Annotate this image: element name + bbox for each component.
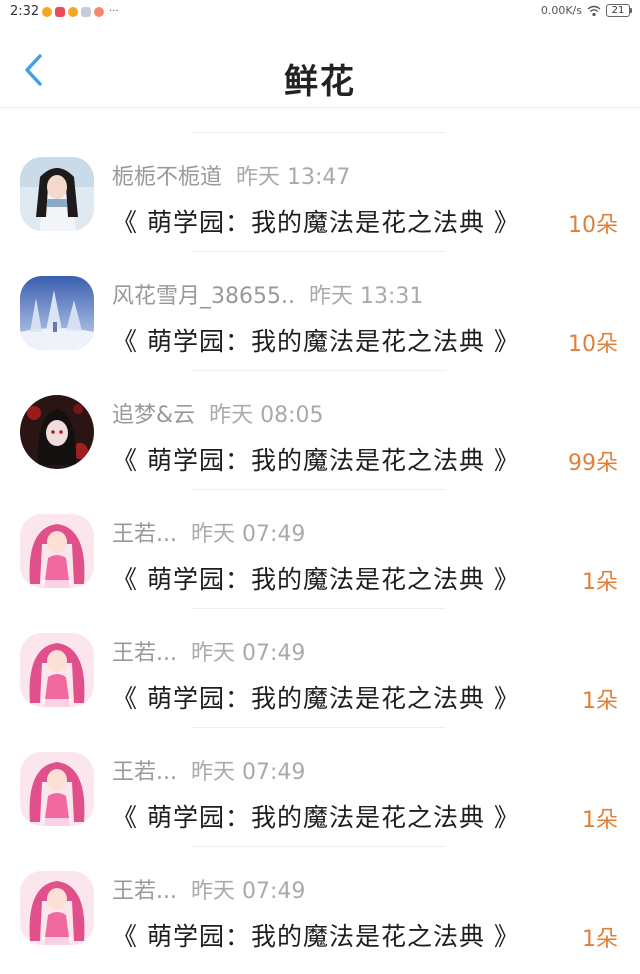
list-item[interactable]: 风花雪月_38655.. 昨天 13:31 《 萌学园：我的魔法是花之法典 》 1… — [0, 252, 640, 370]
app-notification-icon — [55, 7, 65, 17]
timestamp: 昨天 13:47 — [236, 165, 351, 190]
notification-icons: ··· — [42, 7, 119, 17]
timestamp: 昨天 08:05 — [209, 403, 324, 428]
list-item[interactable]: 王若... 昨天 07:49 《 萌学园：我的魔法是花之法典 》 1朵 — [0, 847, 640, 965]
flower-count: 1朵 — [582, 808, 618, 833]
user-line: 栀栀不栀道 昨天 13:47 — [112, 159, 350, 191]
timestamp: 昨天 07:49 — [190, 760, 306, 785]
network-speed: 0.00K/s — [540, 4, 582, 17]
flower-count: 10朵 — [568, 213, 618, 238]
status-indicators: 0.00K/s 21 — [540, 4, 632, 17]
pink-anime-girl-icon — [20, 871, 94, 945]
status-bar: 2:32 ··· 0.00K/s 21 — [0, 0, 640, 24]
weibo-notification-icon — [68, 7, 78, 17]
book-title[interactable]: 《 萌学园：我的魔法是花之法典 》 — [112, 203, 520, 239]
partial-list-item — [0, 96, 640, 132]
book-title[interactable]: 《 萌学园：我的魔法是花之法典 》 — [112, 798, 520, 834]
avatar[interactable] — [20, 157, 94, 231]
username[interactable]: 王若... — [112, 641, 177, 666]
list-item[interactable]: 王若... 昨天 07:49 《 萌学园：我的魔法是花之法典 》 1朵 — [0, 490, 640, 608]
pink-anime-girl-icon — [20, 514, 94, 588]
list-item[interactable]: 追梦&云 昨天 08:05 《 萌学园：我的魔法是花之法典 》 99朵 — [0, 371, 640, 489]
timestamp: 昨天 13:31 — [308, 284, 424, 309]
page-title: 鲜花 — [284, 62, 356, 102]
username[interactable]: 栀栀不栀道 — [112, 165, 222, 190]
dark-anime-girl-icon — [20, 395, 94, 469]
flower-count: 1朵 — [582, 689, 618, 714]
flower-record-list[interactable]: 栀栀不栀道 昨天 13:47 《 萌学园：我的魔法是花之法典 》 10朵 风花雪月… — [0, 96, 640, 965]
list-item[interactable]: 栀栀不栀道 昨天 13:47 《 萌学园：我的魔法是花之法典 》 10朵 — [0, 133, 640, 251]
avatar[interactable] — [20, 276, 94, 350]
list-item[interactable]: 王若... 昨天 07:49 《 萌学园：我的魔法是花之法典 》 1朵 — [0, 609, 640, 727]
pink-anime-girl-icon — [20, 752, 94, 826]
video-notification-icon — [94, 7, 104, 17]
book-title[interactable]: 《 萌学园：我的魔法是花之法典 》 — [112, 322, 520, 358]
app-notification-icon — [81, 7, 91, 17]
avatar[interactable] — [20, 752, 94, 826]
username[interactable]: 追梦&云 — [112, 403, 195, 428]
user-line: 王若... 昨天 07:49 — [112, 635, 305, 667]
pink-anime-girl-icon — [20, 633, 94, 707]
user-line: 风花雪月_38655.. 昨天 13:31 — [112, 278, 423, 310]
user-line: 追梦&云 昨天 08:05 — [112, 397, 324, 429]
girl-winter-photo-icon — [20, 157, 94, 231]
timestamp: 昨天 07:49 — [190, 641, 306, 666]
flower-count: 99朵 — [568, 451, 618, 476]
avatar[interactable] — [20, 871, 94, 945]
timestamp: 昨天 07:49 — [190, 879, 306, 904]
avatar[interactable] — [20, 395, 94, 469]
book-title[interactable]: 《 萌学园：我的魔法是花之法典 》 — [112, 679, 520, 715]
list-item[interactable]: 王若... 昨天 07:49 《 萌学园：我的魔法是花之法典 》 1朵 — [0, 728, 640, 846]
flower-count: 1朵 — [582, 570, 618, 595]
username[interactable]: 王若... — [112, 760, 177, 785]
wifi-icon — [587, 5, 601, 16]
weibo-notification-icon — [42, 7, 52, 17]
username[interactable]: 风花雪月_38655.. — [112, 284, 295, 309]
book-title[interactable]: 《 萌学园：我的魔法是花之法典 》 — [112, 917, 520, 953]
flower-count: 1朵 — [582, 927, 618, 952]
avatar[interactable] — [20, 514, 94, 588]
more-notifications-icon: ··· — [109, 6, 119, 17]
user-line: 王若... 昨天 07:49 — [112, 873, 305, 905]
battery-icon: 21 — [606, 4, 632, 17]
username[interactable]: 王若... — [112, 522, 177, 547]
user-line: 王若... 昨天 07:49 — [112, 516, 305, 548]
book-title[interactable]: 《 萌学园：我的魔法是花之法典 》 — [112, 560, 520, 596]
book-title[interactable]: 《 萌学园：我的魔法是花之法典 》 — [112, 441, 520, 477]
user-line: 王若... 昨天 07:49 — [112, 754, 305, 786]
timestamp: 昨天 07:49 — [190, 522, 306, 547]
status-time: 2:32 — [10, 4, 40, 19]
flower-count: 10朵 — [568, 332, 618, 357]
snowy-trees-icon — [20, 276, 94, 350]
username[interactable]: 王若... — [112, 879, 177, 904]
avatar[interactable] — [20, 633, 94, 707]
nav-bar: 鲜花 — [0, 24, 640, 108]
